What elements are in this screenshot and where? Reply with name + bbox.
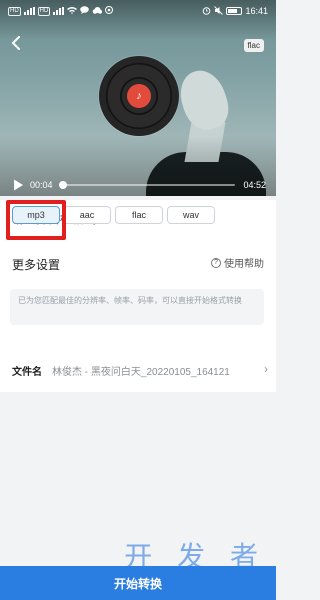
progress-knob[interactable] — [59, 181, 68, 189]
clock-time: 16:41 — [245, 6, 268, 16]
notification-icon — [105, 6, 114, 16]
file-name-value: 林俊杰 - 黑夜问白天_20220105_164121 — [52, 366, 230, 378]
hd-badge-2: HD — [37, 6, 51, 16]
signal-icon-2 — [53, 7, 65, 15]
current-time: 00:04 — [30, 180, 53, 190]
status-bar: HD HD 16:41 — [0, 0, 276, 22]
format-option-wav[interactable]: wav — [167, 206, 215, 224]
play-icon — [14, 179, 23, 191]
file-name-label: 文件名 — [12, 366, 42, 378]
battery-icon — [226, 7, 243, 15]
format-option-mp3[interactable]: mp3 — [12, 206, 60, 224]
play-button[interactable] — [12, 179, 24, 191]
player-controls: 00:04 04:52 — [12, 176, 266, 194]
file-name-row[interactable]: 文件名 林俊杰 - 黑夜问白天_20220105_164121 › — [12, 362, 268, 378]
mute-icon — [214, 5, 224, 17]
progress-slider[interactable] — [59, 181, 236, 189]
signal-icon — [23, 7, 35, 15]
music-note-icon: ♪ — [127, 84, 151, 108]
settings-hint: 已为您匹配最佳的分辨率、帧率、码率，可以直接开始格式转换 — [10, 289, 264, 325]
vinyl-record-icon: ♪ — [99, 56, 179, 136]
help-link[interactable]: ? 使用帮助 — [211, 255, 264, 270]
wifi-icon — [67, 6, 78, 16]
player-hero: ♪ — [0, 0, 276, 196]
chevron-right-icon: › — [264, 362, 268, 376]
format-option-flac[interactable]: flac — [115, 206, 163, 224]
cloud-icon — [92, 6, 103, 16]
chevron-left-icon — [11, 36, 20, 50]
help-label: 使用帮助 — [224, 259, 264, 270]
source-format-badge: flac — [243, 39, 264, 52]
more-settings-title: 更多设置 — [12, 258, 61, 272]
back-button[interactable] — [10, 36, 26, 52]
start-convert-label: 开始转换 — [113, 576, 162, 591]
hd-badge: HD — [8, 6, 21, 16]
format-option-aac[interactable]: aac — [63, 206, 111, 224]
start-convert-button[interactable]: 开始转换 — [0, 566, 276, 600]
question-icon: ? — [211, 257, 221, 268]
message-icon — [80, 6, 90, 16]
alarm-icon — [202, 6, 211, 17]
duration: 04:52 — [243, 180, 266, 190]
